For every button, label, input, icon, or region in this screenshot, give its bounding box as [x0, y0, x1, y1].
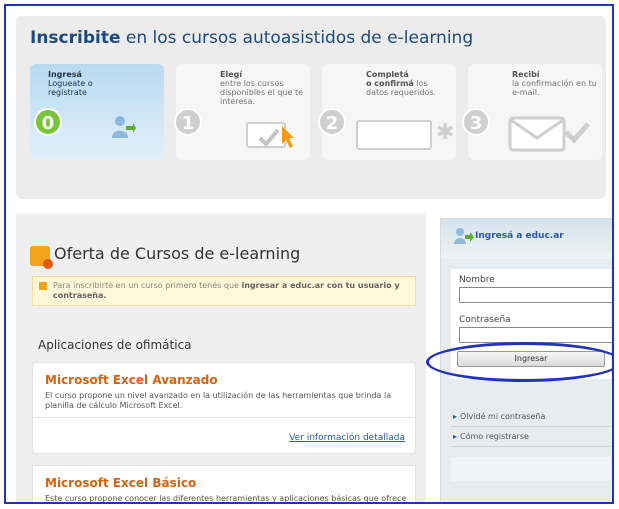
step-title: Ingresá: [48, 70, 82, 79]
login-footer: [451, 457, 611, 481]
section-title: Aplicaciones de ofimática: [38, 338, 192, 352]
page-frame: Inscribite en los cursos autoasistidos d…: [4, 4, 614, 504]
course-offer-title: Oferta de Cursos de e-learning: [54, 244, 301, 263]
course-title: Microsoft Excel Básico: [45, 476, 197, 490]
divider: [33, 417, 415, 418]
text-field-icon: [356, 120, 432, 150]
step-number-badge: 1: [174, 108, 202, 136]
step-completa: Completá o confirmá los datos requeridos…: [318, 64, 456, 160]
course-card: Microsoft Excel Básico Este curso propon…: [32, 465, 416, 503]
login-notice: Para inscribirte en un curso primero ten…: [32, 276, 416, 306]
step-title: Elegí: [220, 70, 243, 79]
login-header: Ingresá a educ.ar: [441, 219, 612, 259]
step-title: Recibí: [512, 70, 540, 79]
step-number-badge: 0: [34, 108, 62, 136]
password-input[interactable]: [459, 327, 612, 343]
login-links: ▸ Olvidé mi contraseña ▸ Cómo registrarse: [451, 407, 611, 447]
info-icon: [39, 282, 47, 290]
asterisk-icon: ✱: [436, 120, 455, 145]
step-text: entre los cursos disponibles el que te i…: [220, 79, 304, 106]
login-arrow-icon: [112, 116, 136, 138]
course-title: Microsoft Excel Avanzado: [45, 373, 218, 387]
course-description: Este curso propone conocer las diferente…: [45, 494, 407, 503]
bullet-icon: ▸: [453, 432, 458, 441]
notice-text: Para inscribirte en un curso primero ten…: [53, 281, 400, 300]
login-panel: Ingresá a educ.ar Nombre Contraseña Ingr…: [440, 218, 612, 502]
login-submit-button[interactable]: Ingresar: [457, 351, 605, 367]
name-label: Nombre: [459, 275, 495, 285]
step-ingresa: Ingresá Logueate o registrate 0: [30, 64, 164, 160]
login-arrow-icon: [454, 228, 474, 244]
link-label: Cómo registrarse: [460, 432, 529, 441]
envelope-check-icon: [508, 116, 590, 152]
step-title: Completá: [366, 70, 409, 79]
cursor-check-icon: [258, 126, 294, 148]
course-description: El curso propone un nivel avanzado en la…: [45, 391, 392, 410]
enrollment-steps-banner: Inscribite en los cursos autoasistidos d…: [16, 16, 606, 199]
link-label: Olvidé mi contraseña: [460, 412, 546, 421]
course-details-link[interactable]: Ver información detallada: [289, 433, 405, 443]
course-card: Microsoft Excel Avanzado El curso propon…: [32, 362, 416, 454]
step-number-badge: 2: [318, 108, 346, 136]
password-label: Contraseña: [459, 315, 511, 325]
bullet-icon: ▸: [453, 412, 458, 421]
step-elegi: Elegí entre los cursos disponibles el qu…: [174, 64, 310, 160]
step-recibi: Recibí la confirmación en tu e-mail. 3: [462, 64, 602, 160]
course-offer-panel: Oferta de Cursos de e-learning Para insc…: [16, 214, 426, 503]
step-text: Logueate o registrate: [48, 79, 93, 97]
name-input[interactable]: [459, 287, 612, 303]
step-text: la confirmación en tu e-mail.: [512, 79, 597, 97]
how-to-register-link[interactable]: ▸ Cómo registrarse: [451, 427, 611, 447]
step-text: o confirmá los datos requeridos.: [366, 79, 437, 97]
page-title: Inscribite en los cursos autoasistidos d…: [30, 28, 474, 48]
login-title: Ingresá a educ.ar: [475, 231, 564, 241]
forgot-password-link[interactable]: ▸ Olvidé mi contraseña: [451, 407, 611, 427]
course-offer-icon: [30, 246, 53, 269]
step-number-badge: 3: [462, 108, 490, 136]
